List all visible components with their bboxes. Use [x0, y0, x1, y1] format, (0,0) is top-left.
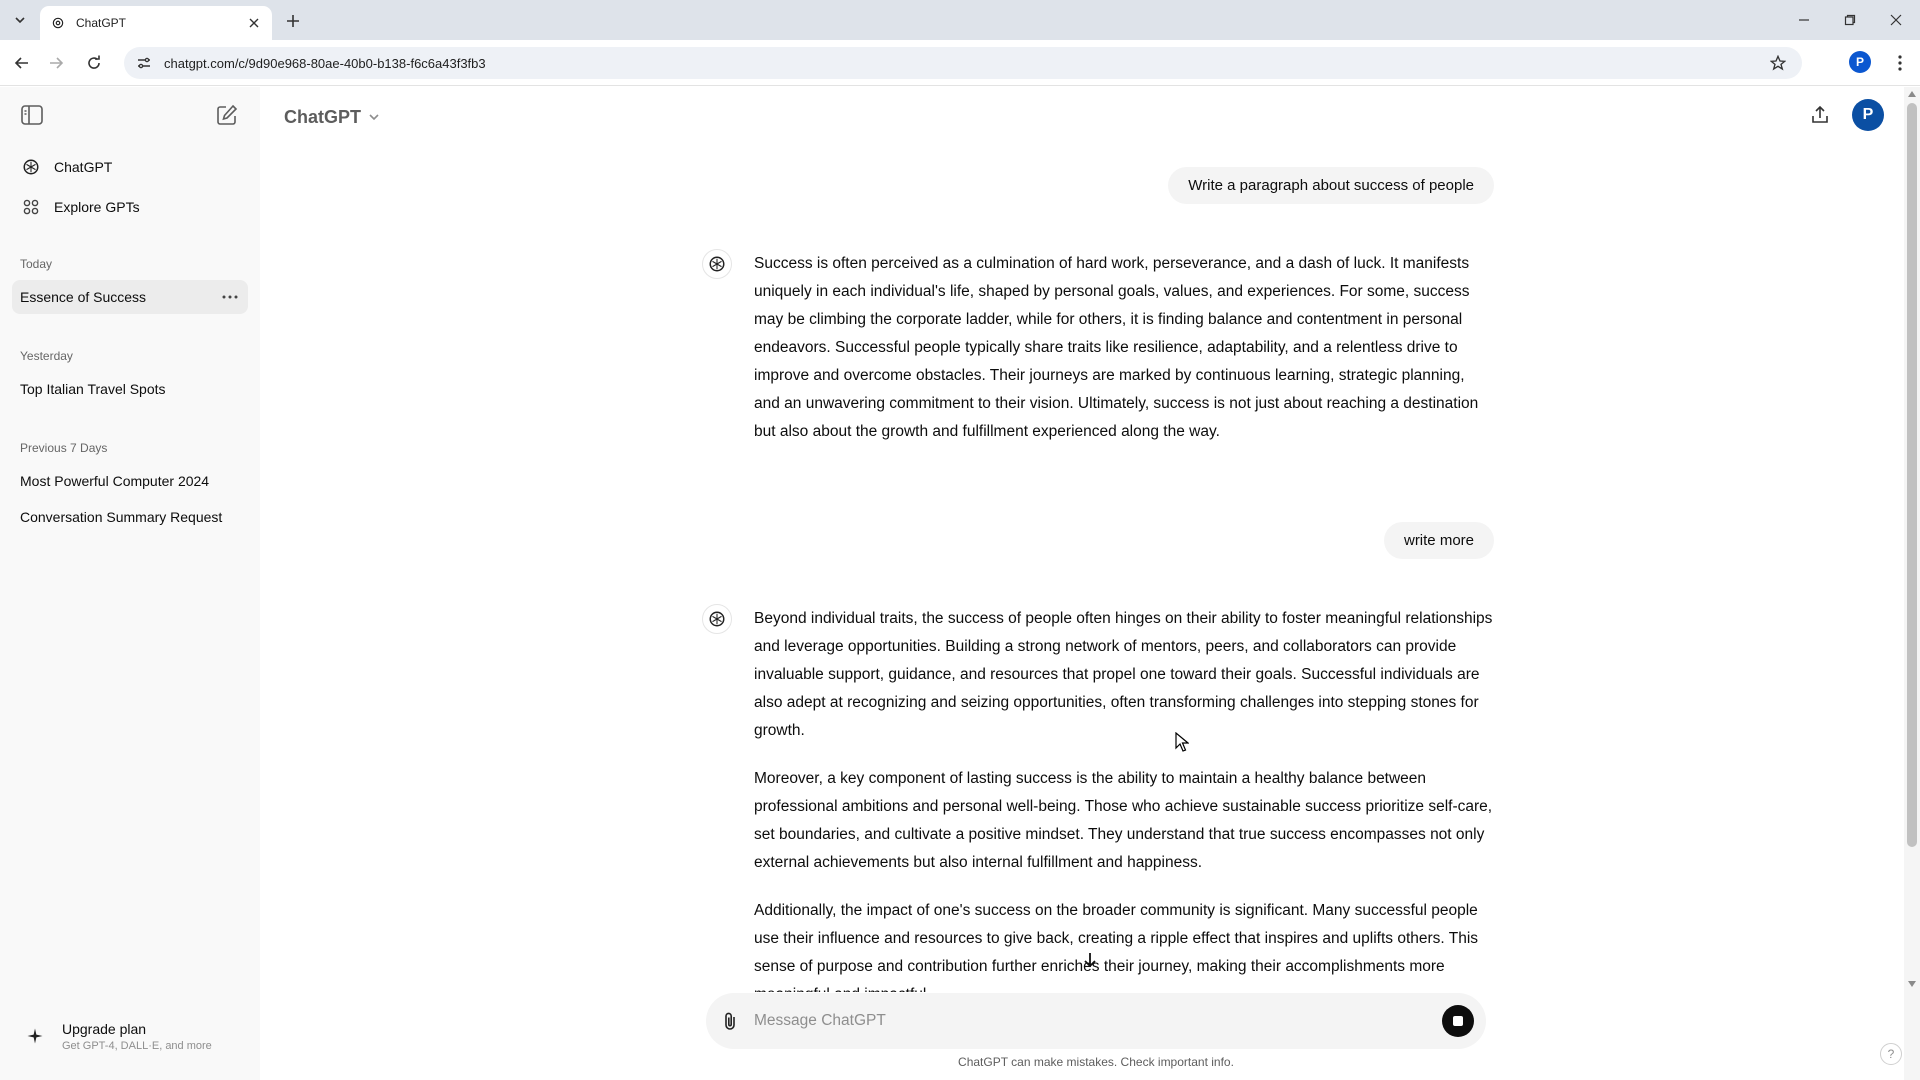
browser-menu-icon[interactable] [1888, 51, 1912, 75]
chat-history-item[interactable]: Most Powerful Computer 2024 [12, 464, 248, 498]
sidebar-item-label: Explore GPTs [54, 199, 140, 215]
new-tab-icon[interactable] [282, 10, 304, 32]
sidebar-item-explore-gpts[interactable]: Explore GPTs [12, 189, 248, 225]
grid-icon [22, 198, 40, 216]
stop-generating-button[interactable] [1442, 1005, 1474, 1037]
chat-main: ChatGPT P Write a paragraph about succes… [260, 87, 1920, 1080]
chat-history-item[interactable]: Essence of Success [12, 280, 248, 314]
more-options-icon[interactable] [220, 287, 240, 307]
chat-title: Most Powerful Computer 2024 [20, 473, 210, 489]
assistant-paragraph: Moreover, a key component of lasting suc… [754, 770, 1493, 871]
assistant-paragraph: Beyond individual traits, the success of… [754, 610, 1493, 739]
browser-toolbar: chatgpt.com/c/9d90e968-80ae-40b0-b138-f6… [0, 40, 1920, 86]
tab-title: ChatGPT [76, 16, 127, 30]
sidebar-item-label: ChatGPT [54, 159, 113, 175]
url-text: chatgpt.com/c/9d90e968-80ae-40b0-b138-f6… [164, 55, 486, 71]
help-icon[interactable]: ? [1880, 1043, 1902, 1065]
browser-profile-avatar[interactable]: P [1849, 51, 1871, 73]
mouse-cursor-icon [1175, 732, 1189, 752]
back-icon[interactable] [10, 51, 34, 75]
scroll-down-arrow-icon[interactable] [1908, 981, 1916, 987]
paperclip-icon[interactable] [718, 1009, 742, 1033]
assistant-avatar-icon [702, 249, 732, 279]
scroll-up-arrow-icon[interactable] [1908, 91, 1916, 97]
upgrade-title: Upgrade plan [62, 1021, 147, 1037]
chat-title: Essence of Success [20, 289, 147, 305]
user-message: write more [1383, 522, 1494, 559]
sidebar-item-chatgpt[interactable]: ChatGPT [12, 149, 248, 185]
new-chat-icon[interactable] [215, 103, 239, 127]
minimize-icon[interactable] [1792, 8, 1816, 32]
assistant-message: Success is often perceived as a culminat… [754, 250, 1494, 466]
forward-icon[interactable] [44, 51, 68, 75]
address-bar[interactable]: chatgpt.com/c/9d90e968-80ae-40b0-b138-f6… [124, 47, 1802, 79]
reload-icon[interactable] [82, 51, 106, 75]
upgrade-subtitle: Get GPT-4, DALL·E, and more [62, 1040, 212, 1052]
close-tab-icon[interactable] [246, 15, 262, 31]
browser-tab-bar: ChatGPT [0, 0, 1920, 40]
message-composer [706, 993, 1486, 1049]
scrollbar-thumb[interactable] [1907, 103, 1917, 847]
page-scrollbar[interactable] [1904, 87, 1920, 1080]
conversation-thread: Write a paragraph about success of peopl… [260, 87, 1920, 992]
user-message: Write a paragraph about success of peopl… [1168, 167, 1494, 204]
close-window-icon[interactable] [1884, 8, 1908, 32]
bookmark-star-icon[interactable] [1768, 53, 1788, 73]
restore-icon[interactable] [1838, 8, 1862, 32]
assistant-avatar-icon [702, 604, 732, 634]
section-heading-today: Today [20, 257, 53, 271]
assistant-paragraph: Additionally, the impact of one's succes… [754, 902, 1479, 992]
chat-history-item[interactable]: Top Italian Travel Spots [12, 372, 248, 406]
sidebar: ChatGPT Explore GPTs Today Essence of Su… [0, 87, 260, 1080]
openai-favicon-icon [50, 15, 66, 31]
chat-history-item[interactable]: Conversation Summary Request [12, 500, 248, 534]
upgrade-plan-button[interactable]: Upgrade plan Get GPT-4, DALL·E, and more [12, 1013, 248, 1063]
site-info-icon[interactable] [134, 53, 154, 73]
sidebar-toggle-icon[interactable] [20, 103, 44, 127]
browser-tab[interactable]: ChatGPT [40, 6, 272, 40]
chat-title: Top Italian Travel Spots [20, 381, 166, 397]
section-heading-previous-7-days: Previous 7 Days [20, 441, 108, 455]
tab-search-icon[interactable] [10, 10, 30, 30]
chat-title: Conversation Summary Request [20, 509, 223, 525]
disclaimer-text: ChatGPT can make mistakes. Check importa… [958, 1055, 1234, 1069]
section-heading-yesterday: Yesterday [20, 349, 73, 363]
assistant-paragraph: Success is often perceived as a culminat… [754, 255, 1479, 440]
stop-icon [1453, 1016, 1463, 1026]
assistant-message: Beyond individual traits, the success of… [754, 605, 1494, 992]
message-input[interactable] [754, 1012, 1442, 1030]
openai-logo-icon [22, 158, 40, 176]
arrow-down-icon[interactable] [1079, 949, 1101, 971]
sparkle-icon [20, 1021, 50, 1051]
